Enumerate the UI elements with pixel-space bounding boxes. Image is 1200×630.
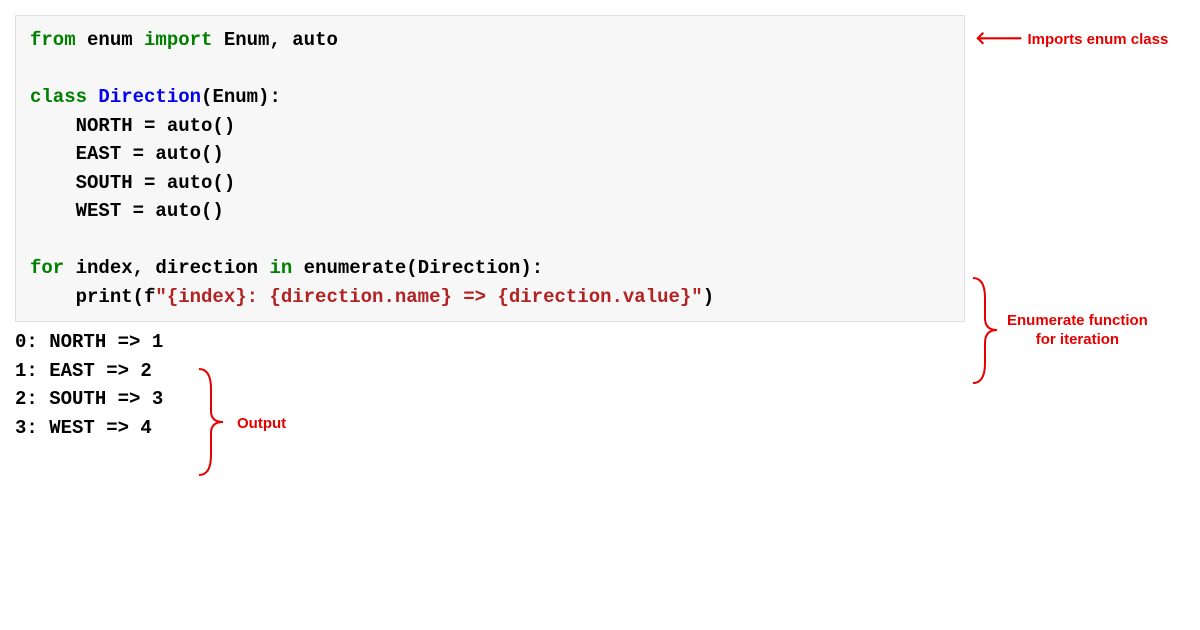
code-text: enumerate <box>292 257 406 279</box>
kw-import: import <box>144 29 212 51</box>
kw-class: class <box>30 86 87 108</box>
figure-wrap: from enum import Enum, auto class Direct… <box>15 15 1185 442</box>
annotation-enumerate-l2: for iteration <box>1007 331 1148 350</box>
code-text: Enum, auto <box>212 29 337 51</box>
arrow-left-icon: 🡐 <box>975 28 1023 48</box>
annotation-output: Output <box>237 413 286 436</box>
code-line-9: for index, direction in enumerate(Direct… <box>30 254 950 283</box>
code-line-3: class Direction(Enum): <box>30 83 950 112</box>
brace-icon-output <box>197 363 227 481</box>
kw-in: in <box>269 257 292 279</box>
output-line-2: 1: EAST => 2 <box>15 357 1185 386</box>
kw-from: from <box>30 29 76 51</box>
annotation-enumerate: Enumerate function for iteration <box>1007 312 1148 350</box>
code-line-5: EAST = auto() <box>30 140 950 169</box>
code-line-4: NORTH = auto() <box>30 112 950 141</box>
code-line-10: print(f"{index}: {direction.name} => {di… <box>30 283 950 312</box>
output-line-3: 2: SOUTH => 3 <box>15 385 1185 414</box>
kw-for: for <box>30 257 64 279</box>
blank-line <box>30 55 950 84</box>
code-block: from enum import Enum, auto class Direct… <box>15 15 965 322</box>
string-literal: "{index}: {direction.name} => {direction… <box>155 286 702 308</box>
annotation-imports: 🡐 Imports enum class <box>975 25 1168 52</box>
code-text: print(f <box>30 286 155 308</box>
output-line-4: 3: WEST => 4 <box>15 414 1185 443</box>
code-text: enum <box>76 29 144 51</box>
code-text: (Direction): <box>406 257 543 279</box>
code-text: ) <box>703 286 714 308</box>
code-text: index, direction <box>64 257 269 279</box>
code-line-6: SOUTH = auto() <box>30 169 950 198</box>
code-text: (Enum): <box>201 86 281 108</box>
brace-icon-enumerate <box>971 273 1001 388</box>
class-name: Direction <box>87 86 201 108</box>
blank-line <box>30 226 950 255</box>
code-line-1: from enum import Enum, auto <box>30 26 950 55</box>
annotation-enumerate-l1: Enumerate function <box>1007 312 1148 331</box>
annotation-imports-text: Imports enum class <box>1023 31 1168 48</box>
code-line-7: WEST = auto() <box>30 197 950 226</box>
